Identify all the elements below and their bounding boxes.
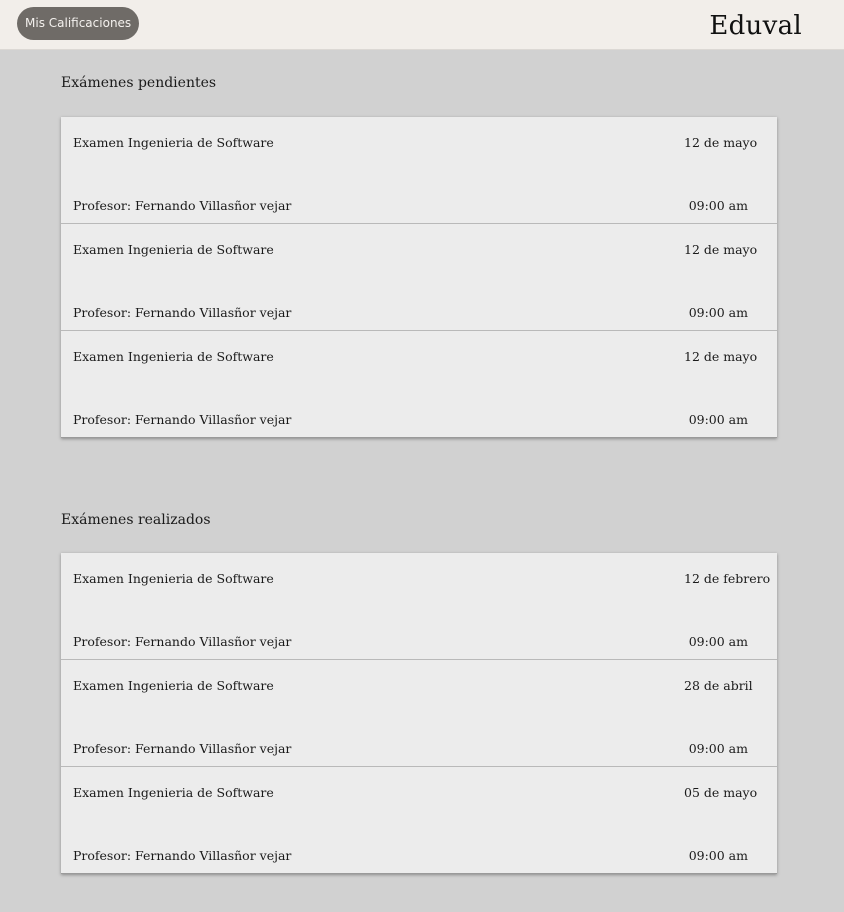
exam-time: 09:00 am [688,305,748,320]
pending-exams-list: Examen Ingenieria de Software 12 de mayo… [61,117,777,438]
exam-date: 12 de mayo [684,242,758,257]
exam-name: Examen Ingenieria de Software [73,785,274,800]
exam-date: 28 de abril [684,678,753,693]
exam-professor: Profesor: Fernando Villasñor vejar [73,198,292,213]
completed-exam-card[interactable]: Examen Ingenieria de Software 28 de abri… [61,660,777,767]
exam-professor: Profesor: Fernando Villasñor vejar [73,412,292,427]
exam-professor: Profesor: Fernando Villasñor vejar [73,634,292,649]
exam-date: 05 de mayo [684,785,758,800]
exam-time: 09:00 am [688,198,748,213]
exam-time: 09:00 am [688,634,748,649]
exam-name: Examen Ingenieria de Software [73,349,274,364]
completed-exam-card[interactable]: Examen Ingenieria de Software 12 de febr… [61,553,777,660]
exam-date: 12 de febrero [684,571,771,586]
completed-exam-card[interactable]: Examen Ingenieria de Software 05 de mayo… [61,767,777,874]
exam-time: 09:00 am [688,741,748,756]
exam-professor: Profesor: Fernando Villasñor vejar [73,848,292,863]
exam-date: 12 de mayo [684,135,758,150]
exam-name: Examen Ingenieria de Software [73,135,274,150]
pending-exam-card[interactable]: Examen Ingenieria de Software 12 de mayo… [61,117,777,224]
exam-name: Examen Ingenieria de Software [73,571,274,586]
exam-date: 12 de mayo [684,349,758,364]
my-grades-button[interactable]: Mis Calificaciones [17,7,140,40]
exam-professor: Profesor: Fernando Villasñor vejar [73,305,292,320]
pending-exam-card[interactable]: Examen Ingenieria de Software 12 de mayo… [61,331,777,438]
exam-time: 09:00 am [688,412,748,427]
brand-logo: Eduval [709,11,802,41]
completed-exams-title: Exámenes realizados [61,512,211,528]
exam-time: 09:00 am [688,848,748,863]
pending-exams-title: Exámenes pendientes [61,75,217,91]
top-bar: Mis Calificaciones Eduval [0,0,844,50]
exam-name: Examen Ingenieria de Software [73,242,274,257]
pending-exam-card[interactable]: Examen Ingenieria de Software 12 de mayo… [61,224,777,331]
exam-name: Examen Ingenieria de Software [73,678,274,693]
completed-exams-list: Examen Ingenieria de Software 12 de febr… [61,553,777,874]
exam-professor: Profesor: Fernando Villasñor vejar [73,741,292,756]
